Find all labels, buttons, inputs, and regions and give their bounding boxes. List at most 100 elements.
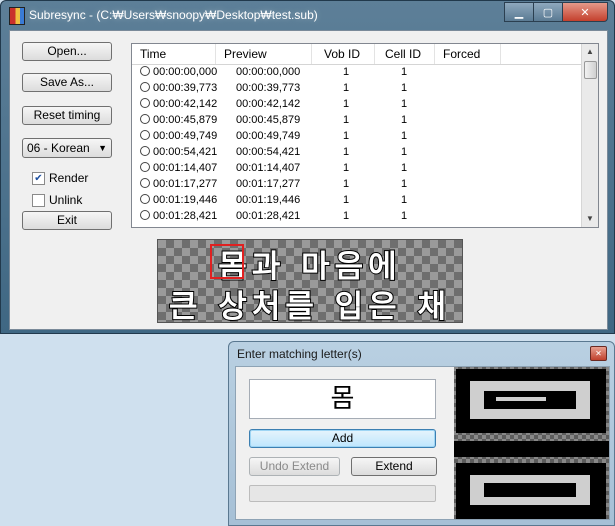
radio-icon[interactable] <box>140 66 150 76</box>
time-text: 00:00:45,879 <box>153 114 218 126</box>
list-rows: 00:00:00,000 00:00:00,000 1 1 00:00:39,773 00… <box>132 65 581 225</box>
cell-preview: 00:01:14,407 <box>236 162 301 174</box>
dialog-title: Enter matching letter(s) <box>237 347 362 361</box>
table-row[interactable]: 00:00:45,879 00:00:45,879 1 1 <box>132 113 581 129</box>
cell-vob-id: 1 <box>343 98 350 110</box>
cell-cell-id: 1 <box>401 130 408 142</box>
glyph-middle-bar <box>454 441 609 457</box>
cell-time: 00:00:49,749 <box>140 130 217 142</box>
close-icon: ✕ <box>580 6 590 19</box>
cell-preview: 00:00:54,421 <box>236 146 301 158</box>
cell-preview: 00:00:49,749 <box>236 130 301 142</box>
maximize-icon: ▢ <box>542 6 554 19</box>
reset-timing-button[interactable]: Reset timing <box>22 106 112 125</box>
radio-icon[interactable] <box>140 194 150 204</box>
cell-time: 00:00:54,421 <box>140 146 217 158</box>
time-text: 00:00:49,749 <box>153 130 218 142</box>
cell-vob-id: 1 <box>343 178 350 190</box>
table-row[interactable]: 00:01:17,277 00:01:17,277 1 1 <box>132 177 581 193</box>
cell-time: 00:00:39,773 <box>140 82 217 94</box>
cell-time: 00:01:28,421 <box>140 210 217 222</box>
table-row[interactable]: 00:01:19,446 00:01:19,446 1 1 <box>132 193 581 209</box>
radio-icon[interactable] <box>140 178 150 188</box>
subtitle-line-1: 몸과 마음에 <box>217 248 402 286</box>
column-header-vob-id[interactable]: Vob ID <box>312 44 375 64</box>
table-row[interactable]: 00:00:39,773 00:00:39,773 1 1 <box>132 81 581 97</box>
close-button[interactable]: ✕ <box>562 2 608 22</box>
cell-cell-id: 1 <box>401 146 408 158</box>
radio-icon[interactable] <box>140 98 150 108</box>
radio-icon[interactable] <box>140 146 150 156</box>
cell-preview: 00:01:19,446 <box>236 194 301 206</box>
table-row[interactable]: 00:01:14,407 00:01:14,407 1 1 <box>132 161 581 177</box>
time-text: 00:01:17,277 <box>153 178 218 190</box>
cell-time: 00:00:45,879 <box>140 114 217 126</box>
radio-icon[interactable] <box>140 114 150 124</box>
cell-preview: 00:00:45,879 <box>236 114 301 126</box>
column-header-preview[interactable]: Preview <box>216 44 312 64</box>
radio-icon[interactable] <box>140 130 150 140</box>
extend-button[interactable]: Extend <box>351 457 437 476</box>
cell-vob-id: 1 <box>343 66 350 78</box>
column-header-cell-id[interactable]: Cell ID <box>375 44 435 64</box>
window-title: Subresync - (C:₩Users₩snoopy₩Desktop₩tes… <box>29 8 318 22</box>
letter-input[interactable]: 몸 <box>249 379 436 419</box>
cell-cell-id: 1 <box>401 194 408 206</box>
time-text: 00:00:42,142 <box>153 98 218 110</box>
time-text: 00:01:19,446 <box>153 194 218 206</box>
table-row[interactable]: 00:00:00,000 00:00:00,000 1 1 <box>132 65 581 81</box>
close-icon: ✕ <box>595 349 602 358</box>
table-row[interactable]: 00:00:49,749 00:00:49,749 1 1 <box>132 129 581 145</box>
column-header-time[interactable]: Time <box>132 44 216 64</box>
subresync-window: Subresync - (C:₩Users₩snoopy₩Desktop₩tes… <box>0 0 615 334</box>
cell-cell-id: 1 <box>401 82 408 94</box>
language-select[interactable]: 06 - Korean ▼ <box>22 138 112 158</box>
column-header-forced[interactable]: Forced <box>435 44 501 64</box>
cell-cell-id: 1 <box>401 114 408 126</box>
undo-extend-button[interactable]: Undo Extend <box>249 457 340 476</box>
save-as-button[interactable]: Save As... <box>22 73 112 92</box>
cell-preview: 00:00:00,000 <box>236 66 301 78</box>
open-button[interactable]: Open... <box>22 42 112 61</box>
dialog-client-area: 몸 Add Undo Extend Extend <box>235 366 610 520</box>
chevron-down-icon: ▼ <box>98 143 107 153</box>
cell-vob-id: 1 <box>343 146 350 158</box>
cell-vob-id: 1 <box>343 162 350 174</box>
table-row[interactable]: 00:00:54,421 00:00:54,421 1 1 <box>132 145 581 161</box>
maximize-button[interactable]: ▢ <box>533 2 563 22</box>
radio-icon[interactable] <box>140 82 150 92</box>
time-text: 00:00:54,421 <box>153 146 218 158</box>
scroll-down-icon[interactable]: ▼ <box>582 211 598 227</box>
list-scrollbar[interactable]: ▲ ▼ <box>581 44 598 227</box>
cell-preview: 00:01:17,277 <box>236 178 301 190</box>
glyph-top-stroke <box>496 397 546 401</box>
cell-time: 00:01:17,277 <box>140 178 217 190</box>
minimize-button[interactable]: ▁ <box>504 2 534 22</box>
cell-cell-id: 1 <box>401 162 408 174</box>
subtitle-line-2: 큰 상처를 입은 채 <box>168 288 452 326</box>
table-row[interactable]: 00:00:42,142 00:00:42,142 1 1 <box>132 97 581 113</box>
table-row[interactable]: 00:01:28,421 00:01:28,421 1 1 <box>132 209 581 225</box>
radio-icon[interactable] <box>140 210 150 220</box>
subtitle-preview: 몸과 마음에 큰 상처를 입은 채 <box>157 239 463 326</box>
cell-vob-id: 1 <box>343 114 350 126</box>
radio-icon[interactable] <box>140 162 150 172</box>
match-letter-dialog: Enter matching letter(s) ✕ 몸 Add Undo Ex… <box>228 341 615 526</box>
cell-preview: 00:01:28,421 <box>236 210 301 222</box>
title-bar[interactable]: Subresync - (C:₩Users₩snoopy₩Desktop₩tes… <box>1 1 614 29</box>
scroll-up-icon[interactable]: ▲ <box>582 44 598 60</box>
cell-cell-id: 1 <box>401 66 408 78</box>
add-button[interactable]: Add <box>249 429 436 448</box>
cell-vob-id: 1 <box>343 210 350 222</box>
subtitle-list[interactable]: Time Preview Vob ID Cell ID Forced 00:00… <box>131 43 599 228</box>
exit-button[interactable]: Exit <box>22 211 112 230</box>
cell-time: 00:01:14,407 <box>140 162 217 174</box>
scroll-thumb[interactable] <box>584 61 597 79</box>
unlink-checkbox[interactable]: Unlink <box>32 193 82 207</box>
cell-cell-id: 1 <box>401 210 408 222</box>
time-text: 00:01:14,407 <box>153 162 218 174</box>
dialog-close-button[interactable]: ✕ <box>590 346 607 361</box>
cell-vob-id: 1 <box>343 82 350 94</box>
cell-vob-id: 1 <box>343 194 350 206</box>
render-checkbox[interactable]: ✔ Render <box>32 171 88 185</box>
